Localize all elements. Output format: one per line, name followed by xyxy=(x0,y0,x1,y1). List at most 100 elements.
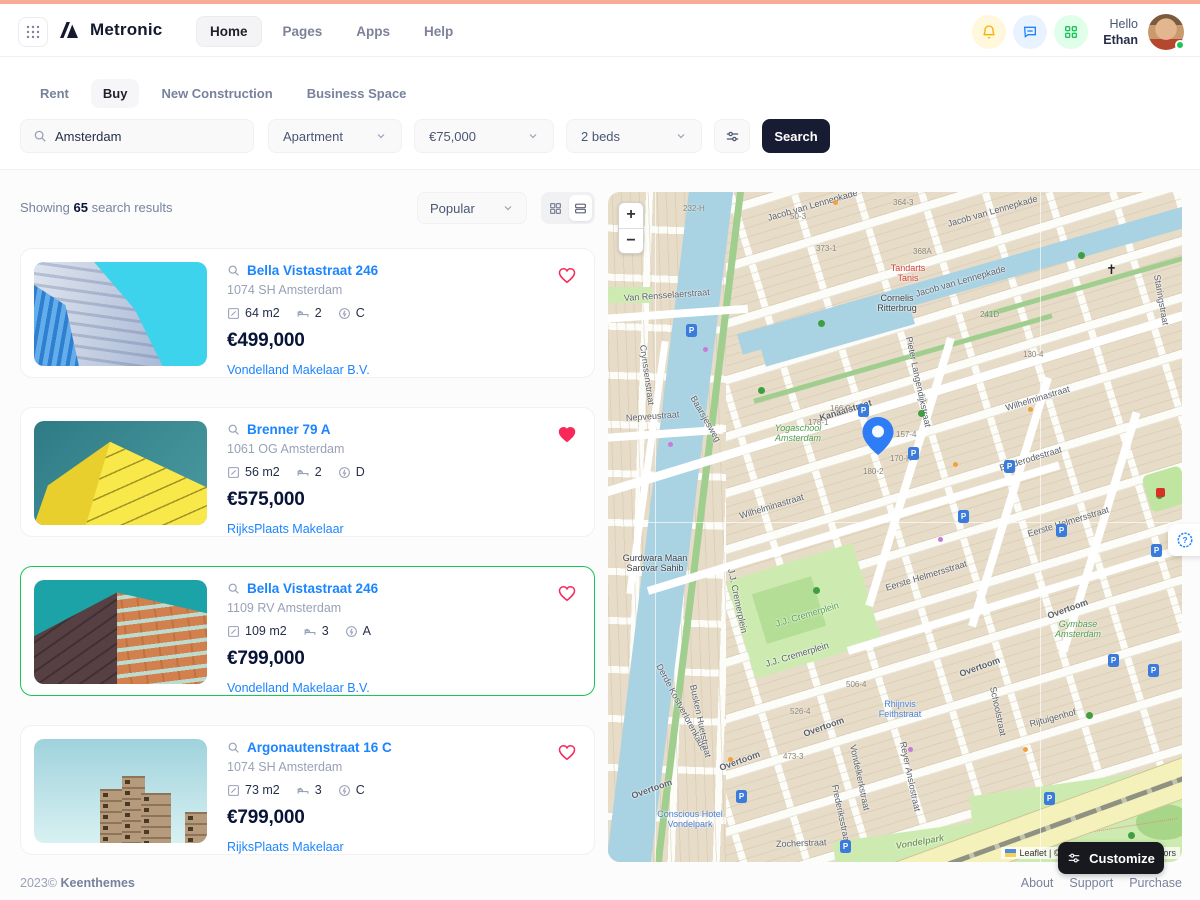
nav-help[interactable]: Help xyxy=(411,17,466,46)
search-icon xyxy=(33,129,47,143)
property-specs: 109 m2 3 A xyxy=(227,624,544,638)
poi-dot xyxy=(953,462,958,467)
area-icon xyxy=(227,784,240,797)
house-number: 232-H xyxy=(683,204,705,213)
map[interactable]: Jacob van Lennepkade Jacob van Lennepkad… xyxy=(608,192,1182,862)
map-label: Tandarts Tanis xyxy=(884,264,932,284)
bed-icon xyxy=(296,466,310,479)
metronic-logo-icon xyxy=(58,18,82,42)
area-icon xyxy=(227,466,240,479)
tree-icon xyxy=(758,387,765,394)
property-title-link[interactable]: Bella Vistastraat 246 xyxy=(247,581,378,596)
bed-icon xyxy=(296,307,310,320)
property-card[interactable]: Brenner 79 A 1061 OG Amsterdam 56 m2 2 D… xyxy=(20,407,595,537)
agency-link[interactable]: Vondelland Makelaar B.V. xyxy=(227,363,544,377)
house-number: 241D xyxy=(980,310,999,319)
grid-view-icon xyxy=(549,202,562,215)
zoom-in-button[interactable]: + xyxy=(619,203,643,229)
property-specs: 56 m2 2 D xyxy=(227,465,544,479)
price-select[interactable]: €75,000 xyxy=(414,119,554,153)
poi-dot xyxy=(938,537,943,542)
question-badge-icon: ? xyxy=(1176,531,1194,549)
footer-link-purchase[interactable]: Purchase xyxy=(1129,876,1182,890)
property-title-link[interactable]: Bella Vistastraat 246 xyxy=(247,263,378,278)
notifications-button[interactable] xyxy=(972,15,1006,49)
property-type-select[interactable]: Apartment xyxy=(268,119,402,153)
sort-select[interactable]: Popular xyxy=(417,192,527,224)
house-number: 180-2 xyxy=(863,467,883,476)
energy-label-icon xyxy=(338,784,351,797)
copyright: 2023© Keenthemes xyxy=(20,876,135,890)
list-view-button[interactable] xyxy=(569,195,592,221)
house-number: 178-1 xyxy=(808,418,828,427)
poi-dot xyxy=(1023,747,1028,752)
tree-icon xyxy=(918,410,925,417)
messages-button[interactable] xyxy=(1013,15,1047,49)
poi-dot xyxy=(668,442,673,447)
favorite-button[interactable] xyxy=(558,585,576,602)
house-number: 364-3 xyxy=(893,198,913,207)
brand-logo[interactable]: Metronic xyxy=(58,18,162,42)
favorite-button[interactable] xyxy=(558,744,576,761)
beds-select[interactable]: 2 beds xyxy=(566,119,702,153)
view-toggle xyxy=(541,192,595,224)
property-card[interactable]: Bella Vistastraat 246 1074 SH Amsterdam … xyxy=(20,248,595,378)
energy-label-icon xyxy=(338,307,351,320)
house-number: 50-3 xyxy=(790,212,806,221)
search-icon xyxy=(227,741,240,754)
company-link[interactable]: Keenthemes xyxy=(61,876,135,890)
nav-pages[interactable]: Pages xyxy=(270,17,336,46)
sort-value: Popular xyxy=(430,201,475,216)
property-card[interactable]: Argonautenstraat 16 C 1074 SH Amsterdam … xyxy=(20,725,595,855)
advanced-filters-button[interactable] xyxy=(714,119,750,153)
agency-link[interactable]: RijksPlaats Makelaar xyxy=(227,840,544,854)
tab-business-space[interactable]: Business Space xyxy=(295,79,419,108)
favorite-button-active[interactable] xyxy=(558,426,576,443)
property-title-link[interactable]: Brenner 79 A xyxy=(247,422,331,437)
favorite-button[interactable] xyxy=(558,267,576,284)
property-card-selected[interactable]: Bella Vistastraat 246 1109 RV Amsterdam … xyxy=(20,566,595,696)
list-view-icon xyxy=(574,202,587,215)
parking-icon: P xyxy=(908,447,919,460)
results-count-text: Showing 65 search results xyxy=(20,200,173,215)
tab-new-construction[interactable]: New Construction xyxy=(149,79,284,108)
chevron-down-icon xyxy=(375,130,387,142)
header-actions xyxy=(972,15,1088,49)
map-marker-pin[interactable] xyxy=(861,416,895,456)
price-value: €75,000 xyxy=(429,129,476,144)
poi-dot xyxy=(833,200,838,205)
footer-link-about[interactable]: About xyxy=(1021,876,1054,890)
sliders-icon xyxy=(725,129,740,144)
map-label: Rhijnvis Feithstraat xyxy=(870,700,930,720)
poi-dot xyxy=(703,347,708,352)
tab-rent[interactable]: Rent xyxy=(28,79,81,108)
poi-dot xyxy=(908,747,913,752)
listing-type-tabs: Rent Buy New Construction Business Space xyxy=(28,79,418,108)
help-button[interactable]: ? xyxy=(1168,524,1200,556)
footer-link-support[interactable]: Support xyxy=(1069,876,1113,890)
grid-view-button[interactable] xyxy=(544,195,567,221)
ukraine-flag-icon xyxy=(1005,849,1016,857)
app-launcher-button[interactable] xyxy=(18,17,48,47)
nav-home[interactable]: Home xyxy=(196,16,262,47)
agency-link[interactable]: RijksPlaats Makelaar xyxy=(227,522,544,536)
nav-apps[interactable]: Apps xyxy=(343,17,403,46)
customize-button[interactable]: Customize xyxy=(1058,842,1164,874)
property-photo xyxy=(34,262,207,366)
poi-dot xyxy=(728,757,733,762)
tree-icon xyxy=(818,320,825,327)
property-title-link[interactable]: Argonautenstraat 16 C xyxy=(247,740,392,755)
search-button[interactable]: Search xyxy=(762,119,830,153)
location-search-input[interactable]: Amsterdam xyxy=(20,119,254,153)
parking-icon: P xyxy=(1056,524,1067,537)
area-icon xyxy=(227,307,240,320)
poi-dot xyxy=(1028,407,1033,412)
greeting-hello: Hello xyxy=(1103,17,1138,33)
agency-link[interactable]: Vondelland Makelaar B.V. xyxy=(227,681,544,695)
house-number: 130-4 xyxy=(1023,350,1043,359)
tab-buy[interactable]: Buy xyxy=(91,79,140,108)
main-content: Showing 65 search results Popular xyxy=(0,170,1200,862)
apps-button[interactable] xyxy=(1054,15,1088,49)
user-greeting: Hello Ethan xyxy=(1103,17,1138,48)
zoom-out-button[interactable]: − xyxy=(619,229,643,254)
